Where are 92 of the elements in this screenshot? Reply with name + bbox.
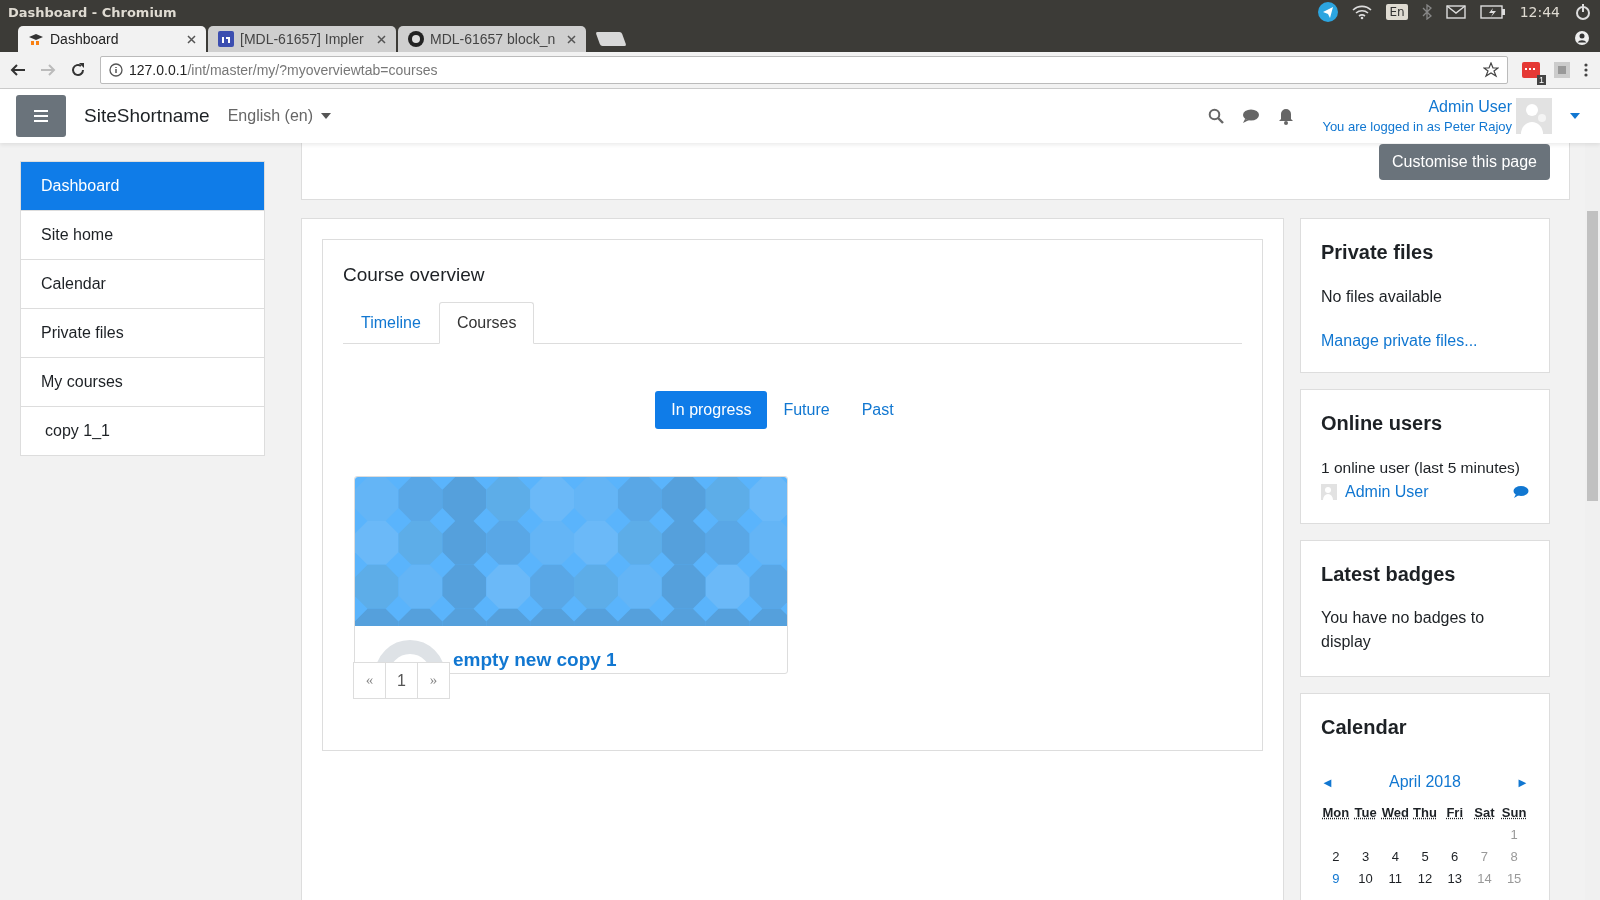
progress-ring-icon — [375, 640, 445, 662]
page-button[interactable]: 1 — [385, 662, 418, 699]
tab[interactable]: Timeline — [343, 302, 439, 344]
chat-bubble-icon[interactable] — [1242, 108, 1261, 124]
calendar-day[interactable]: 5 — [1410, 849, 1440, 864]
weekday-label: Tue — [1353, 805, 1378, 820]
window-title: Dashboard - Chromium — [8, 4, 177, 20]
extension-badge: 1 — [1537, 75, 1546, 85]
calendar-day[interactable]: 2 — [1321, 849, 1351, 864]
battery-icon[interactable] — [1479, 5, 1506, 19]
user-link[interactable]: Admin User — [1345, 483, 1505, 501]
block-title: Private files — [1321, 241, 1435, 264]
browser-tab[interactable]: MDL-61657 block_n — [398, 26, 586, 52]
sidebar-item[interactable]: Calendar — [21, 259, 264, 308]
block-text: 1 online user (last 5 minutes) — [1321, 459, 1521, 477]
address-field[interactable]: 127.0.0.1/int/master/my/?myoverviewtab=courses — [100, 56, 1508, 84]
block-text: You have no badges to display — [1321, 608, 1486, 652]
weekday-label: Sun — [1500, 805, 1528, 820]
mail-icon[interactable] — [1445, 5, 1466, 19]
previous-page-button[interactable]: « — [353, 662, 386, 699]
filter-pill[interactable]: Past — [845, 391, 910, 429]
extension-icon[interactable] — [1522, 62, 1540, 78]
block-title: Online users — [1321, 412, 1444, 435]
calendar-day[interactable]: 1 — [1499, 827, 1529, 842]
manage-files-link[interactable]: Manage private files... — [1321, 332, 1529, 350]
customise-page-button[interactable]: Customise this page — [1379, 144, 1550, 180]
back-icon[interactable] — [10, 62, 26, 78]
graduation-cap-icon — [28, 32, 44, 46]
sidebar-item[interactable]: Private files — [21, 308, 264, 357]
tab[interactable]: Courses — [438, 302, 535, 344]
weekday-label: Thu — [1412, 805, 1438, 820]
menu-icon — [34, 110, 48, 122]
close-icon[interactable] — [567, 34, 576, 44]
bell-icon[interactable] — [1278, 107, 1295, 125]
bluetooth-icon[interactable] — [1421, 4, 1432, 20]
calendar-day[interactable]: 4 — [1380, 849, 1411, 864]
app-icon — [218, 31, 234, 47]
sidebar-item[interactable]: Dashboard — [21, 162, 264, 210]
calendar-day[interactable]: 11 — [1380, 871, 1411, 886]
block-title: Calendar — [1321, 716, 1408, 739]
info-icon[interactable] — [109, 63, 123, 77]
language-menu[interactable]: English (en) — [227, 107, 332, 125]
calendar-day[interactable]: 8 — [1499, 849, 1529, 864]
site-name[interactable]: SiteShortname — [84, 105, 210, 127]
weekday-label: Fri — [1445, 805, 1464, 820]
month-link[interactable]: April 2018 — [1388, 773, 1461, 791]
menu-icon[interactable] — [1584, 62, 1588, 78]
filter-pill[interactable]: In progress — [655, 391, 768, 429]
calendar-day[interactable]: 6 — [1439, 849, 1470, 864]
browser-tab[interactable]: Dashboard — [18, 26, 206, 52]
user-menu-link[interactable]: Admin User — [1322, 98, 1512, 116]
weekday-label: Wed — [1380, 805, 1410, 820]
block-title: Latest badges — [1321, 563, 1457, 586]
close-icon[interactable] — [377, 34, 386, 44]
logged-in-notice[interactable]: You are logged in as Peter Rajoy — [1322, 119, 1512, 134]
close-icon[interactable] — [187, 34, 196, 44]
course-link[interactable]: empty new copy 1 — [453, 649, 617, 671]
reload-icon[interactable] — [70, 62, 86, 78]
filter-pill[interactable]: Future — [767, 391, 846, 429]
keyboard-indicator[interactable]: En — [1386, 4, 1408, 20]
url-text: 127.0.0.1/int/master/my/?myoverviewtab=courses — [129, 62, 439, 78]
browser-tab[interactable]: [MDL-61657] Impler — [208, 26, 396, 52]
sidebar-item[interactable]: copy 1_1 — [21, 406, 264, 455]
caret-icon — [321, 113, 332, 119]
calendar-day[interactable]: 9 — [1321, 871, 1351, 886]
block-text: No files available — [1321, 288, 1443, 306]
scrollbar-thumb[interactable] — [1587, 211, 1598, 501]
new-tab-button[interactable] — [595, 32, 627, 46]
profile-icon[interactable] — [1574, 30, 1590, 46]
calendar-day[interactable]: 12 — [1410, 871, 1440, 886]
user-icon — [1321, 484, 1337, 500]
course-card[interactable]: empty new copy 1 — [354, 476, 788, 674]
calendar-day[interactable]: 3 — [1350, 849, 1381, 864]
send-icon[interactable] — [1318, 2, 1339, 22]
clock[interactable]: 12:44 — [1519, 4, 1560, 20]
weekday-label: Sat — [1473, 805, 1496, 820]
wifi-icon[interactable] — [1352, 4, 1373, 20]
power-icon[interactable] — [1574, 3, 1592, 21]
next-month-button[interactable]: ► — [1516, 774, 1529, 790]
sidebar-item[interactable]: My courses — [21, 357, 264, 406]
next-page-button[interactable]: » — [417, 662, 450, 699]
calendar-day[interactable]: 13 — [1439, 871, 1470, 886]
previous-month-button[interactable]: ◄ — [1321, 774, 1334, 790]
search-icon[interactable] — [1208, 108, 1225, 124]
caret-icon[interactable] — [1570, 113, 1580, 119]
star-icon[interactable] — [1483, 62, 1499, 78]
menu-button[interactable] — [16, 95, 66, 137]
calendar-day[interactable]: 10 — [1350, 871, 1381, 886]
weekday-label: Mon — [1321, 805, 1351, 820]
block-title: Course overview — [343, 264, 486, 286]
sidebar-item[interactable]: Site home — [21, 210, 264, 259]
chat-bubble-icon[interactable] — [1513, 485, 1529, 499]
